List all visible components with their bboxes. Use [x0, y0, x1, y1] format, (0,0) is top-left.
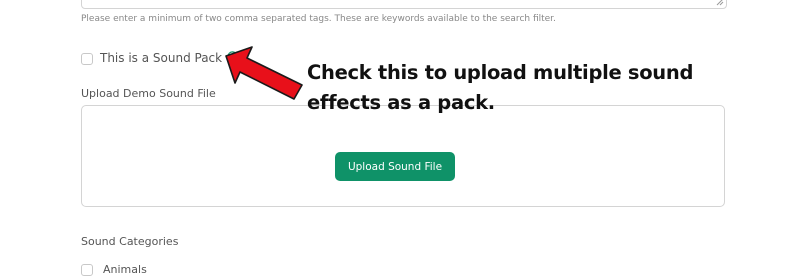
category-animals-checkbox[interactable]: [81, 264, 93, 276]
tags-help-text: Please enter a minimum of two comma sepa…: [81, 14, 556, 24]
annotation-callout: Check this to upload multiple sound effe…: [307, 61, 694, 114]
resize-grip-icon[interactable]: [716, 0, 724, 6]
upload-form-page: Please enter a minimum of two comma sepa…: [0, 0, 800, 279]
sound-categories-label: Sound Categories: [81, 235, 179, 248]
tags-textarea[interactable]: [81, 0, 727, 9]
category-animals-label[interactable]: Animals: [103, 263, 147, 276]
upload-demo-label: Upload Demo Sound File: [81, 87, 216, 100]
sound-pack-label[interactable]: This is a Sound Pack: [100, 51, 222, 65]
red-arrow-icon: [225, 46, 303, 100]
upload-sound-file-button[interactable]: Upload Sound File: [335, 152, 455, 181]
sound-pack-checkbox[interactable]: [81, 53, 93, 65]
